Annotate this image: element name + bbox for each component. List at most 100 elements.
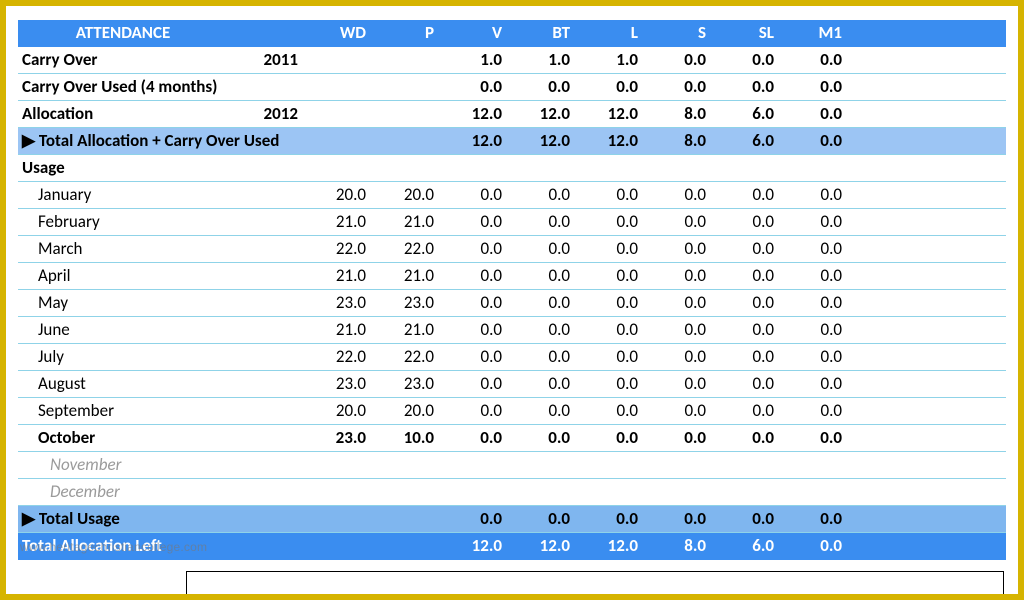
month-value: 21.0	[308, 263, 376, 290]
month-value: 0.0	[648, 236, 716, 263]
month-value: 0.0	[648, 263, 716, 290]
future-month-row: December	[18, 479, 1006, 506]
month-value: 20.0	[376, 182, 444, 209]
carry-over-used-label: Carry Over Used (4 months)	[18, 74, 308, 101]
month-value: 0.0	[716, 371, 784, 398]
month-value: 0.0	[512, 344, 580, 371]
carry-over-label: Carry Over	[18, 47, 228, 74]
col-p: P	[376, 20, 444, 47]
month-value: 0.0	[580, 236, 648, 263]
allocation-label: Allocation	[18, 101, 228, 128]
month-value: 0.0	[784, 371, 852, 398]
month-value: 0.0	[784, 236, 852, 263]
header-row: ATTENDANCE WD P V BT L S SL M1	[18, 20, 1006, 47]
month-name: July	[18, 344, 308, 371]
month-value: 23.0	[376, 371, 444, 398]
month-value: 0.0	[580, 398, 648, 425]
col-bt: BT	[512, 20, 580, 47]
col-m1: M1	[784, 20, 852, 47]
bottom-frame	[186, 571, 1004, 594]
month-row: July22.022.00.00.00.00.00.00.0	[18, 344, 1006, 371]
month-value: 23.0	[308, 290, 376, 317]
month-value: 0.0	[784, 317, 852, 344]
month-value: 20.0	[308, 182, 376, 209]
col-v: V	[444, 20, 512, 47]
month-value: 0.0	[716, 263, 784, 290]
month-value: 0.0	[648, 182, 716, 209]
month-value: 22.0	[376, 236, 444, 263]
total-allocation-plus-row: ▶ Total Allocation + Carry Over Used 12.…	[18, 128, 1006, 155]
month-value: 0.0	[648, 398, 716, 425]
month-value: 0.0	[716, 398, 784, 425]
month-value: 0.0	[716, 290, 784, 317]
attendance-table: ATTENDANCE WD P V BT L S SL M1 Carry Ove…	[18, 20, 1006, 560]
month-name: May	[18, 290, 308, 317]
col-wd: WD	[308, 20, 376, 47]
future-month-name: November	[18, 452, 308, 479]
month-row: September20.020.00.00.00.00.00.00.0	[18, 398, 1006, 425]
month-value: 0.0	[444, 290, 512, 317]
month-value: 0.0	[648, 209, 716, 236]
col-sl: SL	[716, 20, 784, 47]
month-row: January20.020.00.00.00.00.00.00.0	[18, 182, 1006, 209]
month-value: 0.0	[580, 371, 648, 398]
col-l: L	[580, 20, 648, 47]
month-value: 0.0	[444, 344, 512, 371]
month-value: 0.0	[716, 236, 784, 263]
month-value: 20.0	[308, 398, 376, 425]
month-value: 23.0	[308, 371, 376, 398]
month-value: 22.0	[308, 236, 376, 263]
month-value: 0.0	[512, 290, 580, 317]
usage-header: Usage	[18, 155, 1006, 182]
month-value: 0.0	[444, 236, 512, 263]
month-value: 0.0	[512, 236, 580, 263]
allocation-year: 2012	[228, 101, 308, 128]
month-row: March22.022.00.00.00.00.00.00.0	[18, 236, 1006, 263]
month-value: 0.0	[580, 263, 648, 290]
month-value: 0.0	[512, 263, 580, 290]
month-value: 0.0	[580, 344, 648, 371]
month-value: 0.0	[580, 290, 648, 317]
header-title: ATTENDANCE	[18, 20, 228, 47]
month-value: 0.0	[512, 371, 580, 398]
carry-over-row: Carry Over 2011 1.0 1.0 1.0 0.0 0.0 0.0	[18, 47, 1006, 74]
allocation-row: Allocation 2012 12.0 12.0 12.0 8.0 6.0 0…	[18, 101, 1006, 128]
month-row: June21.021.00.00.00.00.00.00.0	[18, 317, 1006, 344]
month-value: 0.0	[444, 263, 512, 290]
month-row: May23.023.00.00.00.00.00.00.0	[18, 290, 1006, 317]
total-allocation-left-row: Total Allocation Left 12.0 12.0 12.0 8.0…	[18, 533, 1006, 560]
total-usage-row: ▶ Total Usage 0.0 0.0 0.0 0.0 0.0 0.0	[18, 506, 1006, 533]
month-row: February21.021.00.00.00.00.00.00.0	[18, 209, 1006, 236]
month-name: June	[18, 317, 308, 344]
month-value: 0.0	[784, 290, 852, 317]
month-value: 0.0	[444, 317, 512, 344]
month-row: April21.021.00.00.00.00.00.00.0	[18, 263, 1006, 290]
month-name: January	[18, 182, 308, 209]
month-value: 0.0	[648, 344, 716, 371]
total-allocation-plus-label: ▶ Total Allocation + Carry Over Used	[18, 128, 308, 155]
month-value: 0.0	[580, 317, 648, 344]
month-value: 20.0	[376, 398, 444, 425]
month-value: 0.0	[580, 209, 648, 236]
month-value: 21.0	[376, 209, 444, 236]
month-value: 0.0	[784, 263, 852, 290]
month-value: 21.0	[376, 317, 444, 344]
month-name: August	[18, 371, 308, 398]
month-value: 0.0	[784, 344, 852, 371]
current-month-name: October	[18, 425, 308, 452]
month-value: 0.0	[648, 290, 716, 317]
total-usage-label: ▶ Total Usage	[18, 506, 308, 533]
month-value: 0.0	[444, 371, 512, 398]
month-name: September	[18, 398, 308, 425]
month-value: 0.0	[716, 317, 784, 344]
month-value: 0.0	[784, 209, 852, 236]
carry-over-used-row: Carry Over Used (4 months) 0.0 0.0 0.0 0…	[18, 74, 1006, 101]
month-value: 0.0	[512, 209, 580, 236]
month-name: March	[18, 236, 308, 263]
month-value: 21.0	[376, 263, 444, 290]
month-value: 0.0	[512, 317, 580, 344]
month-value: 0.0	[444, 182, 512, 209]
month-value: 21.0	[308, 209, 376, 236]
month-value: 0.0	[512, 398, 580, 425]
month-value: 0.0	[716, 182, 784, 209]
